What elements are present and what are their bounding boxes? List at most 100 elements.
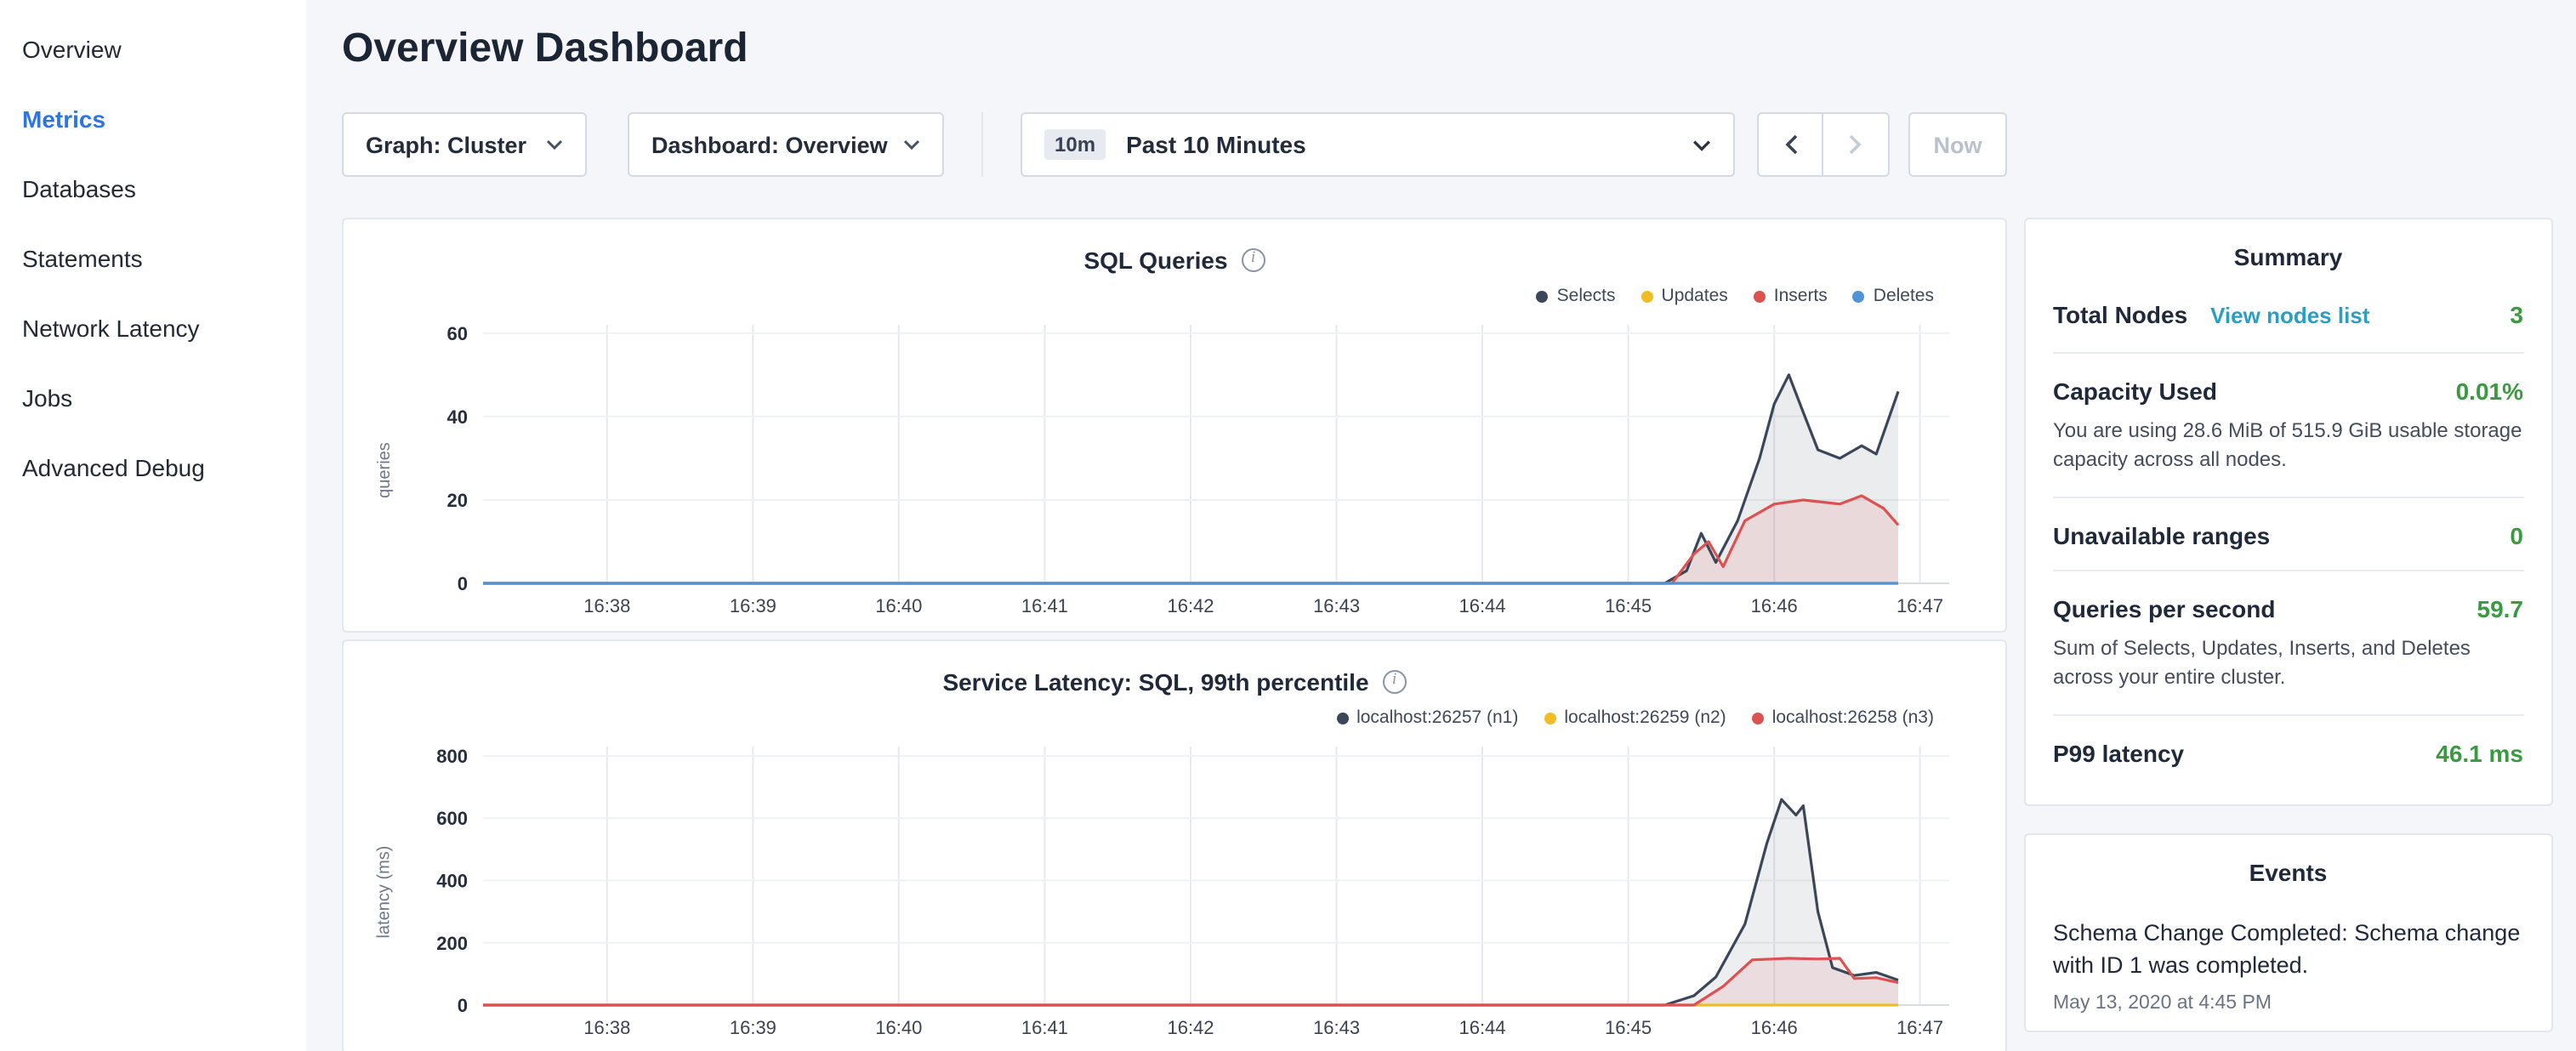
chart-legend: localhost:26257 (n1)localhost:26259 (n2)… xyxy=(371,702,1978,733)
sql-queries-chart: 0 20 40 60 16:38 16:39 16:40 16:41 16:42 16:43 16:… xyxy=(398,311,1976,628)
svg-text:16:47: 16:47 xyxy=(1896,595,1943,616)
svg-text:16:45: 16:45 xyxy=(1605,1017,1652,1038)
svg-text:16:43: 16:43 xyxy=(1313,595,1360,616)
sidebar-item-label: Statements xyxy=(22,244,143,271)
legend-dot-icon xyxy=(1853,290,1865,302)
dashboard-label: Dashboard: Overview xyxy=(651,132,888,157)
sidebar-item-network-latency[interactable]: Network Latency xyxy=(0,293,306,362)
summary-row-queries-per-second: Queries per second 59.7 Sum of Selects, … xyxy=(2053,571,2523,716)
svg-text:16:40: 16:40 xyxy=(875,1017,922,1038)
summary-label: Unavailable ranges xyxy=(2053,522,2270,549)
summary-label: Queries per second xyxy=(2053,595,2275,622)
sidebar-item-label: Jobs xyxy=(22,383,72,411)
chart-title: SQL Queries xyxy=(1083,247,1227,274)
summary-row-capacity-used: Capacity Used 0.01% You are using 28.6 M… xyxy=(2053,354,2523,498)
svg-text:16:39: 16:39 xyxy=(730,1017,776,1038)
time-window-label: Past 10 Minutes xyxy=(1126,131,1306,158)
svg-text:16:46: 16:46 xyxy=(1751,1017,1798,1038)
sidebar-item-label: Overview xyxy=(22,35,122,62)
toolbar-divider xyxy=(981,112,983,177)
svg-text:16:41: 16:41 xyxy=(1021,1017,1068,1038)
y-axis-label: latency (ms) xyxy=(371,733,398,1049)
sidebar-item-databases[interactable]: Databases xyxy=(0,153,306,223)
svg-text:16:45: 16:45 xyxy=(1605,595,1652,616)
chart-legend: SelectsUpdatesInsertsDeletes xyxy=(371,281,1978,311)
svg-text:16:39: 16:39 xyxy=(730,595,776,616)
legend-item: localhost:26257 (n1) xyxy=(1336,707,1518,728)
svg-text:800: 800 xyxy=(436,746,468,767)
svg-text:40: 40 xyxy=(447,406,468,428)
summary-title: Summary xyxy=(2053,243,2523,270)
chart-body: queries 020406016:3816:3916:4016:4116:42… xyxy=(371,311,1978,628)
events-panel: Events Schema Change Completed: Schema c… xyxy=(2024,832,2552,1031)
summary-rows: Total Nodes View nodes list 3 Capacity U… xyxy=(2053,277,2523,787)
svg-text:16:38: 16:38 xyxy=(583,595,630,616)
chart-body: latency (ms) 020040060080016:3816:3916:4… xyxy=(371,733,1978,1049)
chevron-left-icon xyxy=(1783,134,1797,155)
legend-item: Selects xyxy=(1537,286,1616,306)
dashboard-grid: SQL Queries i SelectsUpdatesInsertsDelet… xyxy=(342,218,2552,1051)
svg-text:16:38: 16:38 xyxy=(583,1017,630,1038)
summary-row-p99-latency: P99 latency 46.1 ms xyxy=(2053,715,2523,787)
summary-value: 0.01% xyxy=(2456,378,2523,405)
summary-description: Sum of Selects, Updates, Inserts, and De… xyxy=(2053,634,2523,694)
summary-value: 0 xyxy=(2510,522,2523,549)
legend-item: Deletes xyxy=(1853,286,1934,306)
time-step-controls xyxy=(1757,112,1890,177)
svg-text:16:42: 16:42 xyxy=(1167,595,1214,616)
legend-dot-icon xyxy=(1544,712,1555,724)
svg-text:16:47: 16:47 xyxy=(1896,1017,1943,1038)
now-button[interactable]: Now xyxy=(1908,112,2007,177)
now-button-label: Now xyxy=(1934,132,1982,157)
chart-title: Service Latency: SQL, 99th percentile xyxy=(942,668,1368,696)
sidebar-item-jobs[interactable]: Jobs xyxy=(0,362,306,432)
svg-text:600: 600 xyxy=(436,808,468,829)
event-item[interactable]: Schema Change Completed: Schema change w… xyxy=(2053,916,2523,1013)
svg-text:16:41: 16:41 xyxy=(1021,595,1068,616)
summary-label: Total Nodes xyxy=(2053,301,2187,328)
svg-text:400: 400 xyxy=(436,870,468,891)
time-back-button[interactable] xyxy=(1757,112,1823,177)
svg-text:0: 0 xyxy=(458,995,468,1016)
graph-scope-dropdown[interactable]: Graph: Cluster xyxy=(342,112,587,177)
chevron-down-icon xyxy=(546,139,563,150)
sidebar-item-overview[interactable]: Overview xyxy=(0,14,306,83)
sidebar-item-statements[interactable]: Statements xyxy=(0,223,306,293)
summary-label: P99 latency xyxy=(2053,739,2184,766)
page-title: Overview Dashboard xyxy=(342,24,2552,75)
view-nodes-list-link[interactable]: View nodes list xyxy=(2210,303,2369,328)
legend-dot-icon xyxy=(1752,712,1764,724)
event-timestamp: May 13, 2020 at 4:45 PM xyxy=(2053,992,2523,1013)
info-icon[interactable]: i xyxy=(1242,248,1265,272)
summary-label: Capacity Used xyxy=(2053,378,2217,405)
summary-value: 46.1 ms xyxy=(2436,739,2523,766)
info-icon[interactable]: i xyxy=(1383,670,1407,694)
svg-text:20: 20 xyxy=(447,490,468,511)
summary-value: 59.7 xyxy=(2477,595,2524,622)
time-window-badge: 10m xyxy=(1044,129,1106,160)
legend-dot-icon xyxy=(1641,290,1653,302)
svg-text:16:44: 16:44 xyxy=(1459,1017,1505,1038)
time-forward-button[interactable] xyxy=(1823,112,1890,177)
service-latency-chart: 020040060080016:3816:3916:4016:4116:4216… xyxy=(398,733,1976,1049)
side-column: Summary Total Nodes View nodes list 3 xyxy=(2024,218,2552,1051)
service-latency-panel: Service Latency: SQL, 99th percentile i … xyxy=(342,639,2007,1051)
dashboard-dropdown[interactable]: Dashboard: Overview xyxy=(628,112,944,177)
chevron-down-icon xyxy=(1692,139,1711,151)
chevron-down-icon xyxy=(903,139,920,150)
time-window-picker[interactable]: 10m Past 10 Minutes xyxy=(1021,112,1735,177)
summary-row-unavailable-ranges: Unavailable ranges 0 xyxy=(2053,498,2523,571)
legend-dot-icon xyxy=(1537,290,1549,302)
svg-text:60: 60 xyxy=(447,323,468,344)
summary-value: 3 xyxy=(2510,301,2523,328)
graph-scope-label: Graph: Cluster xyxy=(366,132,526,157)
svg-text:16:46: 16:46 xyxy=(1751,595,1798,616)
sidebar-item-advanced-debug[interactable]: Advanced Debug xyxy=(0,432,306,502)
summary-row-total-nodes: Total Nodes View nodes list 3 xyxy=(2053,277,2523,354)
svg-text:0: 0 xyxy=(458,573,468,594)
sidebar-item-metrics[interactable]: Metrics xyxy=(0,83,306,153)
svg-text:16:40: 16:40 xyxy=(875,595,922,616)
charts-column: SQL Queries i SelectsUpdatesInsertsDelet… xyxy=(342,218,2007,1051)
chart-title-row: SQL Queries i xyxy=(371,240,1978,281)
toolbar: Graph: Cluster Dashboard: Overview 10m P… xyxy=(342,112,2552,177)
